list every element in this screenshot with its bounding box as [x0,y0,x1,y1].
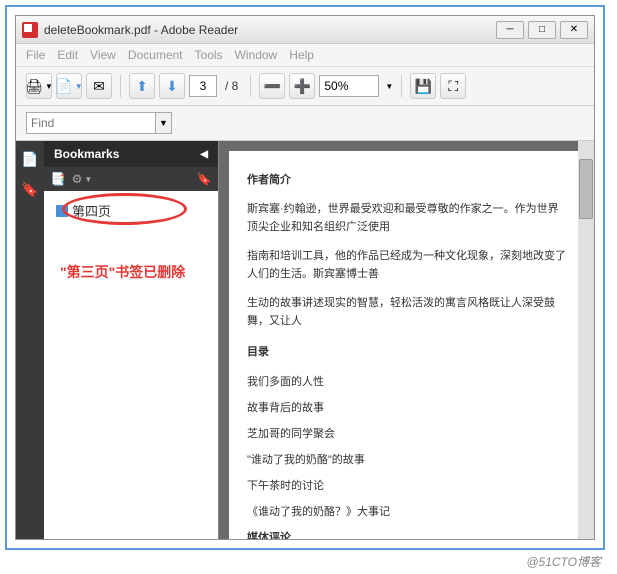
window-title: deleteBookmark.pdf - Adobe Reader [44,23,496,37]
document-view[interactable]: 作者简介 斯宾塞·约翰逊，世界最受欢迎和最受尊敬的作家之一。作为世界顶尖企业和知… [219,141,594,539]
toc-item: "谁动了我的奶酪"的故事 [247,451,566,467]
titlebar: deleteBookmark.pdf - Adobe Reader ─ □ ✕ [16,16,594,44]
collapse-icon[interactable]: ◀ [200,149,208,160]
find-dropdown[interactable]: ▼ [156,112,172,134]
menu-view[interactable]: View [90,48,116,62]
para: 斯宾塞·约翰逊，世界最受欢迎和最受尊敬的作家之一。作为世界顶尖企业和知名组织广泛… [247,201,566,236]
pdf-icon [22,22,38,38]
toc-item: 下午茶时的讨论 [247,477,566,493]
print-button[interactable]: 🖨▼ [26,73,52,99]
bookmarks-toolbar: 📑 ⚙▼ 🔖 [44,167,218,191]
bookmark-find-icon[interactable]: 🔖 [196,171,212,187]
page: 作者简介 斯宾塞·约翰逊，世界最受欢迎和最受尊敬的作家之一。作为世界顶尖企业和知… [229,151,584,539]
next-page-button[interactable]: ⬇ [159,73,185,99]
bookmarks-icon[interactable]: 🔖 [22,181,38,197]
nav-strip: 📄 🔖 [16,141,44,539]
bookmark-page-icon [56,205,68,217]
gear-icon[interactable]: ⚙▼ [74,171,90,187]
app-window: deleteBookmark.pdf - Adobe Reader ─ □ ✕ … [15,15,595,540]
close-button[interactable]: ✕ [560,21,588,39]
para: 生动的故事讲述现实的智慧，轻松活泼的寓言风格既让人深受鼓舞，又让人 [247,295,566,330]
menu-tools[interactable]: Tools [195,48,223,62]
bookmarks-title: Bookmarks [54,147,119,161]
menu-help[interactable]: Help [289,48,314,62]
pages-button[interactable]: 📄▼ [56,73,82,99]
menu-file[interactable]: File [26,48,45,62]
find-input[interactable] [26,112,156,134]
zoom-select[interactable] [319,75,379,97]
email-button[interactable]: ✉ [86,73,112,99]
toc-item: 芝加哥的同学聚会 [247,425,566,441]
section-title: 作者简介 [247,171,566,187]
bookmark-label: 第四页 [72,201,111,220]
bookmarks-header: Bookmarks ◀ [44,141,218,167]
fullscreen-button[interactable]: ⛶ [440,73,466,99]
findbar: ▼ [16,106,594,141]
menu-document[interactable]: Document [128,48,183,62]
page-total-label: / 8 [225,79,238,93]
new-bookmark-icon[interactable]: 📑 [50,171,66,187]
toc-item: 故事背后的故事 [247,399,566,415]
bookmarks-list: 第四页 "第三页"书签已删除 [44,191,218,539]
prev-page-button[interactable]: ⬆ [129,73,155,99]
bookmark-item[interactable]: 第四页 [52,199,210,222]
maximize-button[interactable]: □ [528,21,556,39]
page-number-input[interactable] [189,75,217,97]
zoom-out-button[interactable]: ➖ [259,73,285,99]
minimize-button[interactable]: ─ [496,21,524,39]
toc-item: 《谁动了我的奶酪？》大事记 [247,503,566,519]
scrollbar[interactable] [578,141,594,539]
pages-icon[interactable]: 📄 [22,151,38,167]
review-title: 媒体评论 [247,529,566,539]
toc-item: 我们多面的人性 [247,373,566,389]
watermark: @51CTO博客 [526,553,601,570]
bookmarks-panel: Bookmarks ◀ 📑 ⚙▼ 🔖 第四页 "第三页"书签已删除 [44,141,219,539]
menu-window[interactable]: Window [235,48,278,62]
zoom-in-button[interactable]: ➕ [289,73,315,99]
content-area: 📄 🔖 Bookmarks ◀ 📑 ⚙▼ 🔖 第四页 [16,141,594,539]
toolbar: 🖨▼ 📄▼ ✉ ⬆ ⬇ / 8 ➖ ➕ ▼ 💾 ⛶ [16,67,594,106]
deletion-note: "第三页"书签已删除 [52,262,210,282]
scroll-thumb[interactable] [579,159,593,219]
para: 指南和培训工具，他的作品已经成为一种文化现象，深刻地改变了人们的生活。斯宾塞博士… [247,248,566,283]
toc-title: 目录 [247,343,566,359]
save-button[interactable]: 💾 [410,73,436,99]
menubar: File Edit View Document Tools Window Hel… [16,44,594,67]
menu-edit[interactable]: Edit [57,48,78,62]
